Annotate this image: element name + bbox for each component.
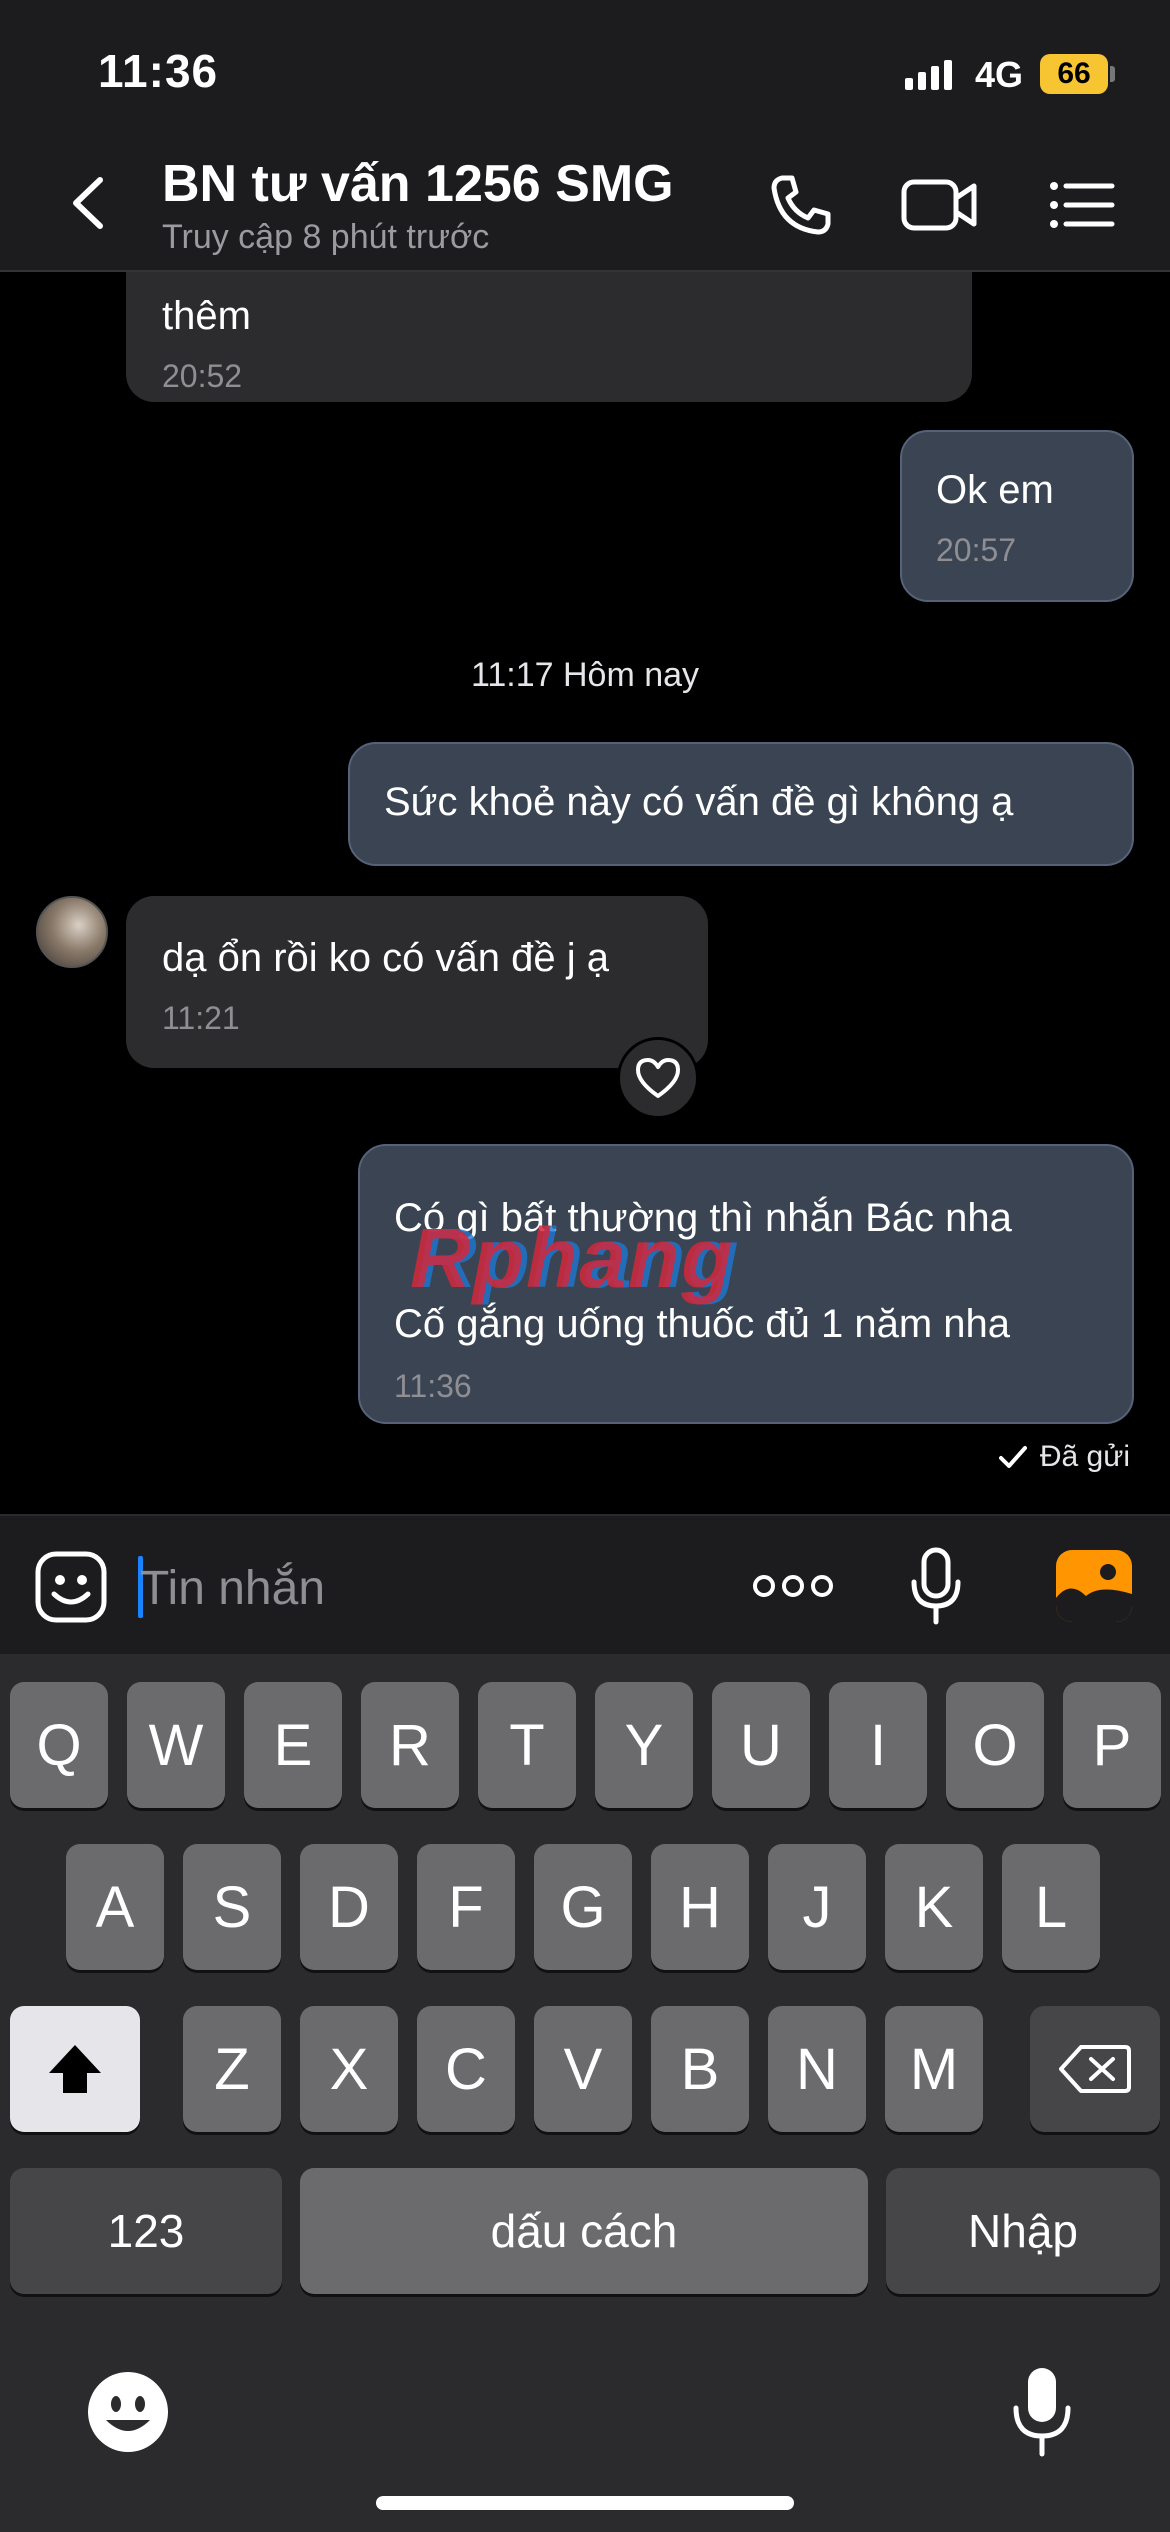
back-chevron-icon[interactable] — [60, 168, 120, 238]
battery-tip — [1110, 66, 1115, 82]
key-o[interactable]: O — [946, 1682, 1044, 1808]
battery-icon: 66 — [1040, 54, 1108, 94]
chat-header: BN tư vấn 1256 SMG Truy cập 8 phút trước — [0, 140, 1170, 272]
key-a[interactable]: A — [66, 1844, 164, 1970]
menu-list-icon[interactable] — [1040, 170, 1120, 240]
key-e[interactable]: E — [244, 1682, 342, 1808]
contact-avatar[interactable] — [36, 896, 108, 968]
space-key[interactable]: dấu cách — [300, 2168, 868, 2294]
dictation-mic-icon[interactable] — [1008, 2364, 1076, 2458]
message-time: 11:36 — [394, 1368, 472, 1404]
key-u[interactable]: U — [712, 1682, 810, 1808]
message-bubble-received[interactable]: thêm 20:52 — [126, 272, 972, 402]
sent-status: Đã gửi — [998, 1440, 1130, 1474]
key-z[interactable]: Z — [183, 2006, 281, 2132]
keyboard: Q W E R T Y U I O P A S D F G H J K L Z … — [0, 1654, 1170, 2532]
message-text: dạ ổn rồi ko có vấn đề j ạ — [162, 936, 609, 980]
key-i[interactable]: I — [829, 1682, 927, 1808]
more-options-icon[interactable] — [750, 1566, 836, 1606]
date-separator: 11:17 Hôm nay — [470, 656, 700, 694]
key-g[interactable]: G — [534, 1844, 632, 1970]
key-v[interactable]: V — [534, 2006, 632, 2132]
check-icon — [998, 1446, 1027, 1468]
backspace-key-icon[interactable] — [1030, 2006, 1160, 2132]
message-input[interactable] — [140, 1548, 700, 1628]
shift-key-icon[interactable] — [10, 2006, 140, 2132]
last-seen-status: Truy cập 8 phút trước — [162, 218, 490, 256]
key-f[interactable]: F — [417, 1844, 515, 1970]
message-text: Sức khoẻ này có vấn đề gì không ạ — [384, 780, 1014, 824]
emoji-keyboard-icon[interactable] — [86, 2370, 170, 2454]
message-time: 20:52 — [162, 358, 243, 394]
chat-title[interactable]: BN tư vấn 1256 SMG — [162, 154, 674, 214]
key-b[interactable]: B — [651, 2006, 749, 2132]
watermark-logo: Rphang — [410, 1211, 735, 1305]
key-q[interactable]: Q — [10, 1682, 108, 1808]
key-w[interactable]: W — [127, 1682, 225, 1808]
sent-status-label: Đã gửi — [1039, 1440, 1130, 1473]
key-r[interactable]: R — [361, 1682, 459, 1808]
return-key[interactable]: Nhập — [886, 2168, 1160, 2294]
key-t[interactable]: T — [478, 1682, 576, 1808]
key-c[interactable]: C — [417, 2006, 515, 2132]
key-d[interactable]: D — [300, 1844, 398, 1970]
video-call-icon[interactable] — [900, 170, 980, 240]
key-j[interactable]: J — [768, 1844, 866, 1970]
message-text: Ok em — [936, 468, 1054, 512]
key-y[interactable]: Y — [595, 1682, 693, 1808]
key-p[interactable]: P — [1063, 1682, 1161, 1808]
signal-icon — [905, 60, 952, 90]
heart-react-icon[interactable] — [617, 1037, 699, 1119]
key-n[interactable]: N — [768, 2006, 866, 2132]
photo-gallery-icon[interactable] — [1056, 1550, 1132, 1622]
key-k[interactable]: K — [885, 1844, 983, 1970]
key-x[interactable]: X — [300, 2006, 398, 2132]
phone-icon[interactable] — [760, 170, 840, 240]
sticker-emoji-icon[interactable] — [34, 1550, 108, 1624]
message-list[interactable]: thêm 20:52 Ok em 20:57 11:17 Hôm nay Sức… — [0, 272, 1170, 1514]
status-bar: 11:36 4G 66 — [0, 0, 1170, 140]
key-l[interactable]: L — [1002, 1844, 1100, 1970]
message-text: thêm — [162, 294, 251, 338]
key-m[interactable]: M — [885, 2006, 983, 2132]
key-h[interactable]: H — [651, 1844, 749, 1970]
voice-message-icon[interactable] — [906, 1546, 966, 1626]
message-input-bar — [0, 1514, 1170, 1654]
message-time: 11:21 — [162, 1000, 240, 1036]
key-s[interactable]: S — [183, 1844, 281, 1970]
message-bubble-sent[interactable]: Sức khoẻ này có vấn đề gì không ạ — [348, 742, 1134, 866]
status-time: 11:36 — [98, 45, 219, 97]
network-label: 4G — [975, 54, 1024, 95]
message-bubble-sent[interactable]: Ok em 20:57 — [900, 430, 1134, 602]
numbers-key[interactable]: 123 — [10, 2168, 282, 2294]
message-time: 20:57 — [936, 532, 1017, 568]
home-indicator — [376, 2496, 794, 2510]
